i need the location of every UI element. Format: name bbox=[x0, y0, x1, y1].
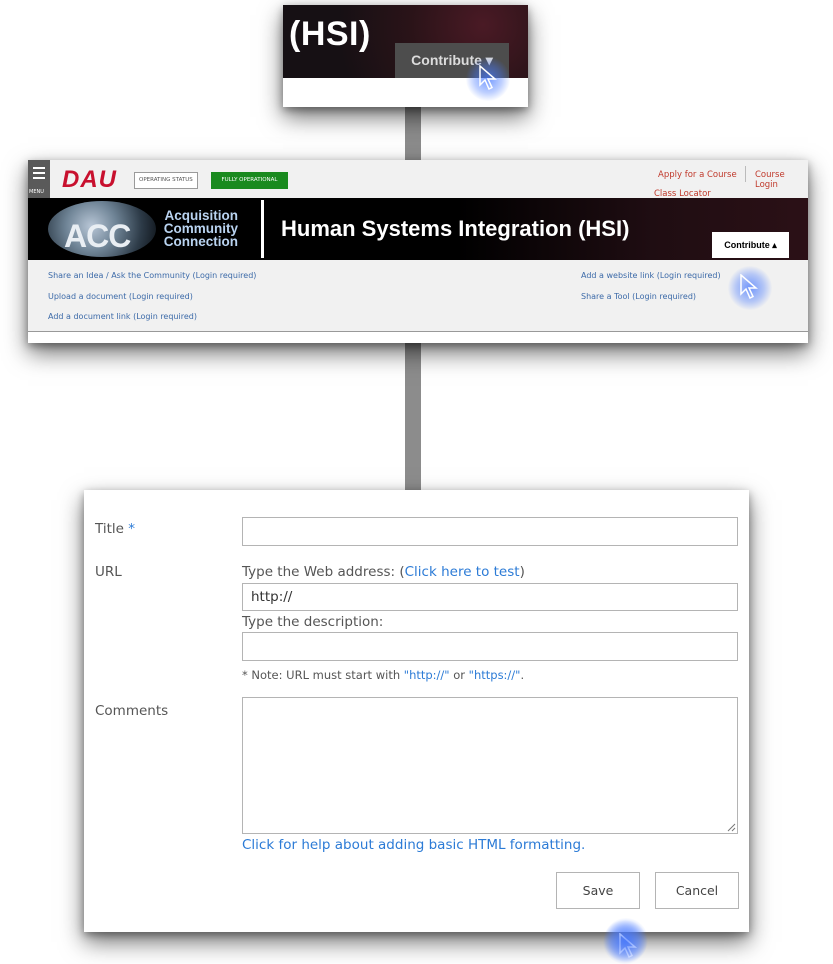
hamburger-icon bbox=[33, 167, 45, 169]
menu-button[interactable]: MENU bbox=[28, 160, 50, 198]
contribute-button[interactable]: Contribute ▴ bbox=[712, 232, 789, 258]
url-label: URL bbox=[95, 564, 122, 580]
resize-grip-icon[interactable] bbox=[726, 822, 736, 832]
menu-item-add-document-link[interactable]: Add a document link (Login required) bbox=[48, 312, 197, 321]
site-name-line3: Connection bbox=[163, 234, 238, 249]
page-title: Human Systems Integration (HSI) bbox=[281, 216, 630, 241]
hamburger-icon-line bbox=[33, 177, 45, 179]
menu-item-upload-document[interactable]: Upload a document (Login required) bbox=[48, 292, 193, 301]
dau-logo[interactable]: DAU bbox=[62, 166, 117, 194]
title-label: Title * bbox=[95, 521, 135, 537]
comments-textarea[interactable] bbox=[242, 697, 738, 834]
url-instructions-text: Type the Web address: ( bbox=[242, 564, 405, 580]
apply-course-link[interactable]: Apply for a Course bbox=[658, 170, 737, 180]
menu-label: MENU bbox=[29, 189, 44, 195]
comments-label: Comments bbox=[95, 703, 169, 719]
title-label-text: Title bbox=[95, 521, 124, 537]
connector-top bbox=[405, 105, 421, 163]
title-input[interactable] bbox=[242, 517, 738, 546]
site-banner: ACC Acquisition Community Connection Hum… bbox=[28, 198, 808, 260]
test-url-link[interactable]: Click here to test bbox=[405, 564, 520, 580]
note-or: or bbox=[449, 668, 469, 682]
menu-bottom-border bbox=[28, 331, 808, 332]
note-https: "https://" bbox=[468, 668, 521, 682]
note-prefix: * Note: URL must start with bbox=[242, 668, 404, 682]
url-input[interactable] bbox=[242, 583, 738, 611]
cursor-icon bbox=[740, 274, 759, 300]
menu-item-add-website-link[interactable]: Add a website link (Login required) bbox=[581, 271, 721, 280]
url-instructions-end: ) bbox=[519, 564, 525, 580]
site-name[interactable]: Acquisition Community Connection bbox=[152, 209, 238, 249]
cancel-button[interactable]: Cancel bbox=[655, 872, 739, 909]
menu-item-share-tool[interactable]: Share a Tool (Login required) bbox=[581, 292, 696, 301]
description-input[interactable] bbox=[242, 632, 738, 661]
course-login-link[interactable]: Course Login bbox=[755, 170, 808, 190]
zoom-title: (HSI) bbox=[289, 15, 371, 53]
operating-status-badge: FULLY OPERATIONAL bbox=[211, 172, 288, 189]
connector-bottom bbox=[405, 342, 421, 492]
header-panel: MENU DAU OPERATING STATUS FULLY OPERATIO… bbox=[28, 160, 808, 343]
divider bbox=[745, 166, 746, 182]
top-bar: MENU DAU OPERATING STATUS FULLY OPERATIO… bbox=[28, 160, 808, 199]
note-http: "http://" bbox=[403, 668, 450, 682]
menu-item-share-idea[interactable]: Share an Idea / Ask the Community (Login… bbox=[48, 271, 256, 280]
acc-logo-text: ACC bbox=[64, 218, 131, 254]
note-end: . bbox=[520, 668, 525, 682]
zoom-panel: (HSI) Contribute ▾ bbox=[283, 5, 528, 107]
url-note: * Note: URL must start with "http://" or… bbox=[242, 668, 524, 682]
html-help-link[interactable]: Click for help about adding basic HTML f… bbox=[242, 837, 585, 853]
hamburger-icon-line bbox=[33, 172, 45, 174]
add-link-form: Title * URL Type the Web address: (Click… bbox=[84, 490, 749, 962]
url-instructions: Type the Web address: (Click here to tes… bbox=[242, 564, 525, 580]
cursor-highlight-outer bbox=[603, 920, 647, 964]
description-label: Type the description: bbox=[242, 614, 384, 630]
banner-divider bbox=[261, 200, 264, 258]
operating-status-label: OPERATING STATUS bbox=[134, 172, 198, 189]
cursor-icon bbox=[479, 65, 498, 91]
save-button[interactable]: Save bbox=[556, 872, 640, 909]
contribute-menu: Share an Idea / Ask the Community (Login… bbox=[28, 260, 808, 331]
required-mark: * bbox=[128, 521, 135, 537]
